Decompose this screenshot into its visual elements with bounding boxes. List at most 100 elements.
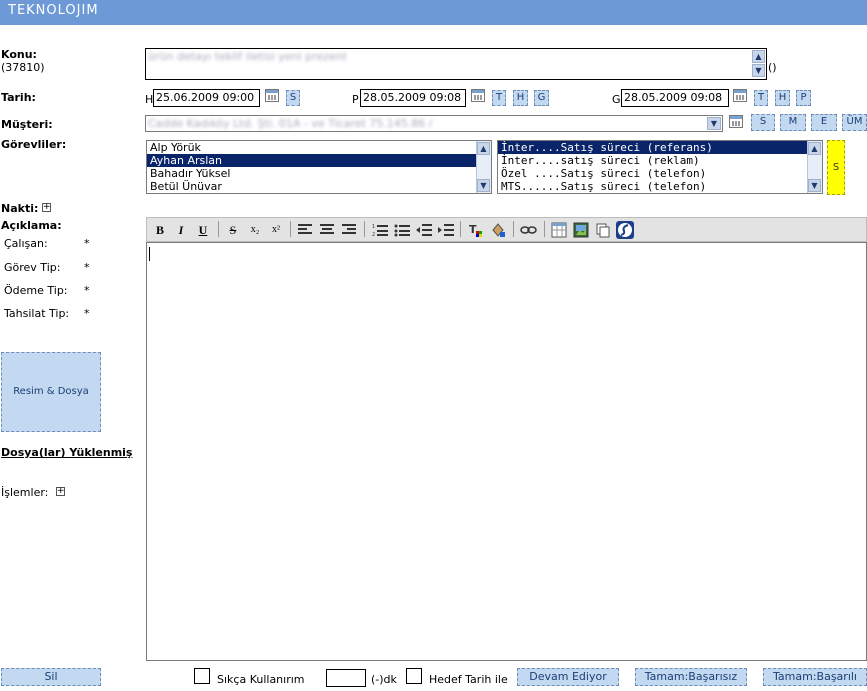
p-prefix: P	[352, 93, 359, 106]
musteri-select[interactable]: Cadde Kadıköy Ltd. Şti. 01A - ve Ticaret…	[145, 115, 723, 132]
subscript-button[interactable]: x₂	[245, 220, 265, 240]
konu-id: (37810)	[1, 61, 45, 74]
musteri-m-button[interactable]: M	[780, 114, 806, 131]
sikca-label: Sıkça Kullanırım	[217, 673, 305, 686]
konu-scroll-up-icon[interactable]: ▲	[752, 50, 765, 63]
editor-content-area[interactable]	[146, 242, 867, 661]
konu-text: ürün detayı teklif iletisi yeni prezent	[148, 50, 347, 63]
list-item[interactable]: Alp Yörük	[147, 141, 491, 154]
tamam-basarili-button[interactable]: Tamam:Başarılı	[763, 668, 867, 686]
list-item[interactable]: Betül Ünüvar	[147, 180, 491, 193]
sikca-checkbox[interactable]	[194, 668, 210, 684]
p-t-button[interactable]: T	[492, 90, 506, 106]
konu-textarea[interactable]: ürün detayı teklif iletisi yeni prezent	[145, 48, 767, 80]
konu-suffix: ()	[768, 61, 777, 74]
konu-label: Konu:	[1, 48, 37, 61]
h-s-button[interactable]: S	[286, 90, 300, 106]
strikethrough-button[interactable]: S	[223, 220, 243, 240]
musteri-calendar-icon[interactable]	[729, 115, 743, 128]
gorev-tip-label: Görev Tip:	[4, 261, 61, 274]
link-icon[interactable]	[520, 223, 538, 237]
flash-icon[interactable]	[616, 221, 634, 239]
svg-text:2: 2	[372, 232, 375, 237]
align-right-icon[interactable]	[342, 224, 356, 236]
tasks-s-button[interactable]: S	[827, 140, 845, 195]
ordered-list-icon[interactable]: 12	[372, 223, 388, 237]
dk-input[interactable]	[326, 669, 366, 687]
g-prefix: G	[612, 93, 621, 106]
nakti-label: Nakti:	[1, 202, 39, 215]
g-calendar-icon[interactable]	[733, 89, 747, 102]
tahsilat-tip-label: Tahsilat Tip:	[4, 307, 70, 320]
resim-dosya-button[interactable]: Resim & Dosya	[1, 352, 101, 432]
people-listbox[interactable]: Alp Yörük Ayhan Arslan Bahadır Yüksel Be…	[146, 140, 492, 194]
tamam-basarisiz-button[interactable]: Tamam:Başarısız	[635, 668, 747, 686]
top-bar	[0, 0, 867, 25]
toolbar-separator	[290, 221, 291, 237]
islemler-label: İşlemler:	[1, 486, 49, 499]
konu-scroll-down-icon[interactable]: ▼	[752, 64, 765, 77]
text-color-icon[interactable]: T	[468, 222, 484, 238]
list-item[interactable]: Özel ....Satış süreci (telefon)	[498, 167, 822, 180]
musteri-value: Cadde Kadıköy Ltd. Şti. 01A - ve Ticaret…	[148, 117, 433, 130]
musteri-label: Müşteri:	[1, 118, 53, 131]
toolbar-separator	[544, 221, 545, 237]
p-h-button[interactable]: H	[513, 90, 528, 106]
indent-icon[interactable]	[438, 223, 454, 237]
p-date-input[interactable]: 28.05.2009 09:08	[360, 89, 466, 107]
text-cursor	[149, 247, 150, 261]
superscript-button[interactable]: x²	[266, 220, 286, 240]
hedef-checkbox[interactable]	[406, 668, 422, 684]
svg-text:T: T	[469, 223, 477, 236]
musteri-um-button[interactable]: ÜM	[842, 114, 867, 131]
required-mark: *	[84, 261, 90, 274]
background-color-icon[interactable]	[490, 222, 506, 238]
musteri-e-button[interactable]: E	[811, 114, 837, 131]
g-t-button[interactable]: T	[754, 90, 768, 106]
toolbar-separator	[364, 221, 365, 237]
musteri-dropdown-icon[interactable]: ▼	[707, 117, 721, 130]
dosya-yuklenmis-link[interactable]: Dosya(lar) Yüklenmiş	[1, 446, 132, 459]
italic-button[interactable]: I	[171, 220, 191, 240]
g-p-button[interactable]: P	[796, 90, 811, 106]
people-scroll-down-icon[interactable]: ▼	[477, 179, 490, 192]
underline-button[interactable]: U	[193, 220, 213, 240]
outdent-icon[interactable]	[416, 223, 432, 237]
required-mark: *	[84, 237, 90, 250]
tasks-listbox[interactable]: İnter....Satış süreci (referans) İnter..…	[497, 140, 823, 194]
required-mark: *	[84, 284, 90, 297]
nakti-expand-icon[interactable]: +	[42, 203, 51, 212]
calisan-label: Çalışan:	[4, 237, 48, 250]
toolbar-separator	[513, 221, 514, 237]
p-calendar-icon[interactable]	[471, 89, 485, 102]
brand-logo: TEKNOLOJIM	[8, 3, 99, 18]
h-calendar-icon[interactable]	[265, 89, 279, 102]
editor-toolbar: B I U S x₂ x² 12 T	[146, 217, 867, 242]
align-left-icon[interactable]	[298, 224, 312, 236]
list-item[interactable]: MTS......Satış süreci (telefon)	[498, 180, 822, 193]
g-h-button[interactable]: H	[775, 90, 790, 106]
h-date-input[interactable]: 25.06.2009 09:00	[153, 89, 260, 107]
tasks-scroll-down-icon[interactable]: ▼	[808, 179, 821, 192]
list-item[interactable]: İnter....Satış süreci (referans)	[498, 141, 822, 154]
p-g-button[interactable]: G	[534, 90, 549, 106]
g-date-input[interactable]: 28.05.2009 09:08	[621, 89, 729, 107]
unordered-list-icon[interactable]	[394, 223, 410, 237]
musteri-s-button[interactable]: S	[751, 114, 775, 131]
sil-button[interactable]: Sil	[1, 668, 101, 686]
list-item[interactable]: Bahadır Yüksel	[147, 167, 491, 180]
people-scroll-up-icon[interactable]: ▲	[477, 142, 490, 155]
devam-ediyor-button[interactable]: Devam Ediyor	[517, 668, 619, 686]
svg-text:1: 1	[372, 224, 375, 230]
aciklama-label: Açıklama:	[1, 219, 62, 232]
list-item[interactable]: Ayhan Arslan	[147, 154, 491, 167]
gorevliler-label: Görevliler:	[1, 138, 67, 151]
image-icon[interactable]	[573, 222, 589, 238]
list-item[interactable]: İnter....satış süreci (reklam)	[498, 154, 822, 167]
tasks-scroll-up-icon[interactable]: ▲	[808, 142, 821, 155]
islemler-expand-icon[interactable]: +	[56, 487, 65, 496]
table-icon[interactable]	[551, 222, 567, 238]
copy-icon[interactable]	[595, 222, 611, 238]
align-center-icon[interactable]	[320, 224, 334, 236]
bold-button[interactable]: B	[150, 220, 170, 240]
